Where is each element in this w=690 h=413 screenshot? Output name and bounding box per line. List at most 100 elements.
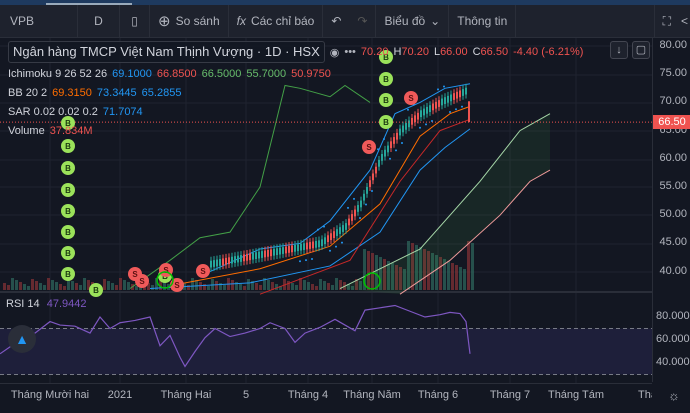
price-tick: 80.00 — [659, 39, 687, 51]
volume-bar — [223, 285, 226, 290]
sar-dot — [311, 258, 313, 261]
close-value: 66.50 — [480, 46, 509, 58]
low-value: 66.00 — [440, 46, 468, 58]
fullscreen-icon: ⛶ — [662, 13, 671, 28]
volume-bar — [243, 286, 246, 290]
share-button[interactable]: < — [679, 5, 690, 38]
volume-bar — [127, 282, 130, 290]
price-tick: 75.00 — [659, 67, 687, 80]
candle-body — [255, 252, 257, 260]
volume-bar — [27, 286, 30, 290]
rsi-legend[interactable]: RSI 14 47.9442 — [6, 298, 86, 310]
sar-dot — [299, 260, 301, 263]
volume-bar — [319, 279, 322, 290]
bb-legend[interactable]: BB 20 2 69.3150 73.3445 65.2855 — [4, 83, 583, 102]
candle-body — [228, 257, 230, 265]
candle-body — [378, 159, 380, 167]
scroll-down-button[interactable]: ↓ — [610, 41, 628, 59]
price-axis[interactable]: 80.00 75.00 70.00 65.00 60.00 55.00 50.00 45.00… — [652, 38, 690, 292]
time-tick: Tháng Tám — [547, 389, 605, 401]
volume-bar — [123, 280, 126, 290]
sar-legend[interactable]: SAR 0.02 0.02 0.2 71.7074 — [4, 102, 583, 121]
sar-dot — [329, 249, 331, 252]
candle-body — [246, 253, 248, 261]
rsi-band — [0, 328, 652, 375]
volume-bar — [459, 267, 462, 290]
marker-label: B — [65, 249, 71, 258]
candle-body — [333, 231, 335, 238]
ichimoku-label: Ichimoku 9 26 52 26 — [8, 67, 108, 80]
volume-label: Volume — [8, 124, 45, 137]
volume-legend[interactable]: Volume 37.834M — [4, 121, 583, 140]
maximize-icon: ▢ — [635, 44, 647, 56]
sar-dot — [401, 142, 403, 145]
bb-value: 69.3150 — [52, 86, 92, 99]
candle-body — [321, 239, 323, 247]
candle-body — [288, 246, 290, 253]
candle-body — [354, 209, 356, 217]
volume-bar — [447, 261, 450, 290]
time-axis-divider — [0, 383, 652, 384]
candle-body — [270, 249, 272, 257]
candle-body — [222, 258, 224, 266]
maximize-button[interactable]: ▢ — [632, 41, 650, 59]
candle-body — [285, 246, 287, 254]
marker-label: S — [366, 143, 372, 152]
fullscreen-button[interactable]: ⛶ — [653, 4, 679, 38]
volume-bar — [311, 284, 314, 290]
price-tick: 50.00 — [659, 208, 687, 221]
volume-bar — [151, 285, 154, 290]
volume-bar — [59, 284, 62, 290]
ichimoku-legend[interactable]: Ichimoku 9 26 52 26 69.1000 66.8500 66.5… — [4, 64, 583, 83]
eye-icon[interactable]: ◉ — [330, 46, 340, 59]
sar-dot — [365, 203, 367, 206]
volume-bar — [335, 278, 338, 290]
arrow-down-icon: ↓ — [616, 44, 622, 56]
candle-body — [282, 247, 284, 254]
rsi-label: RSI 14 — [6, 298, 40, 310]
rsi-tick: 60.0000 — [656, 333, 690, 345]
candle-body — [249, 253, 251, 261]
volume-bar — [39, 283, 42, 290]
volume-bar — [295, 285, 298, 290]
settings-icon[interactable]: ☼ — [668, 388, 680, 403]
candle-body — [273, 248, 275, 256]
volume-bar — [119, 278, 122, 290]
sar-label: SAR 0.02 0.02 0.2 — [8, 105, 98, 118]
volume-bar — [247, 279, 250, 290]
sar-dot — [323, 225, 325, 228]
volume-bar — [207, 286, 210, 290]
ichimoku-value: 50.9750 — [291, 67, 331, 80]
candle-body — [294, 244, 296, 252]
candle-body — [279, 247, 281, 255]
share-icon: < — [680, 14, 688, 28]
candle-body — [309, 242, 311, 249]
volume-bar — [467, 241, 470, 290]
price-tick: 70.00 — [659, 95, 687, 108]
candle-body — [213, 260, 215, 267]
volume-bar — [15, 280, 18, 290]
sar-dot — [305, 259, 307, 262]
volume-bar — [111, 283, 114, 290]
logo-icon: ▲ — [8, 325, 36, 353]
price-tick: 60.00 — [659, 151, 687, 164]
marker-label: S — [174, 281, 180, 290]
candle-body — [366, 187, 368, 194]
volume-bar — [75, 283, 78, 290]
volume-bar — [463, 269, 466, 290]
candle-body — [225, 257, 227, 265]
rsi-axis[interactable]: 80.0000 60.0000 40.0000 — [652, 292, 690, 382]
candle-body — [300, 243, 302, 251]
volume-bar — [455, 265, 458, 290]
more-icon[interactable]: ••• — [344, 46, 356, 58]
candle-body — [264, 250, 266, 258]
ichimoku-value: 66.5000 — [201, 67, 242, 80]
bb-value: 65.2855 — [141, 86, 182, 99]
volume-bar — [83, 278, 86, 290]
time-tick: 5 — [242, 389, 250, 401]
volume-bar — [323, 281, 326, 290]
marker-label: B — [65, 228, 71, 237]
volume-bar — [35, 281, 38, 290]
price-tick: 45.00 — [659, 236, 687, 249]
sar-dot — [377, 148, 379, 151]
